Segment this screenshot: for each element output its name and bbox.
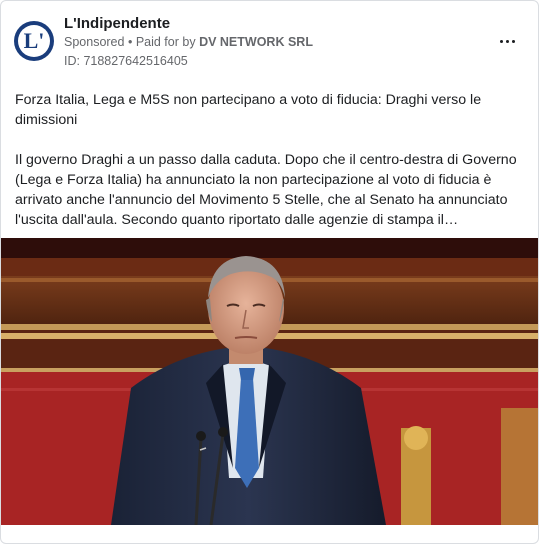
ad-id: ID: 718827642516405 [64,54,188,68]
post-image[interactable] [1,238,538,525]
more-dot-3 [511,39,515,43]
separator-dot: • [127,35,136,49]
post-body[interactable]: Il governo Draghi a un passo dalla cadut… [15,150,527,230]
post-header: L' L'Indipendente Sponsored • Paid for b… [1,1,538,81]
advertiser-name: DV NETWORK SRL [199,35,313,49]
more-options-button[interactable] [493,29,521,53]
more-dot-2 [505,39,509,43]
sponsored-label: Sponsored [64,35,125,49]
sponsored-line: Sponsored • Paid for by DV NETWORK SRL [64,35,313,49]
avatar-logo: L' [18,25,50,57]
ad-post-card: L' L'Indipendente Sponsored • Paid for b… [0,0,539,544]
photo-illustration [1,238,538,525]
paid-for-prefix: Paid for by [135,35,196,49]
post-headline: Forza Italia, Lega e M5S non partecipano… [15,92,482,128]
page-name-link[interactable]: L'Indipendente [64,15,170,32]
post-text: Forza Italia, Lega e M5S non partecipano… [15,90,527,230]
page-avatar[interactable]: L' [14,21,54,61]
more-horizontal-icon [499,39,503,43]
